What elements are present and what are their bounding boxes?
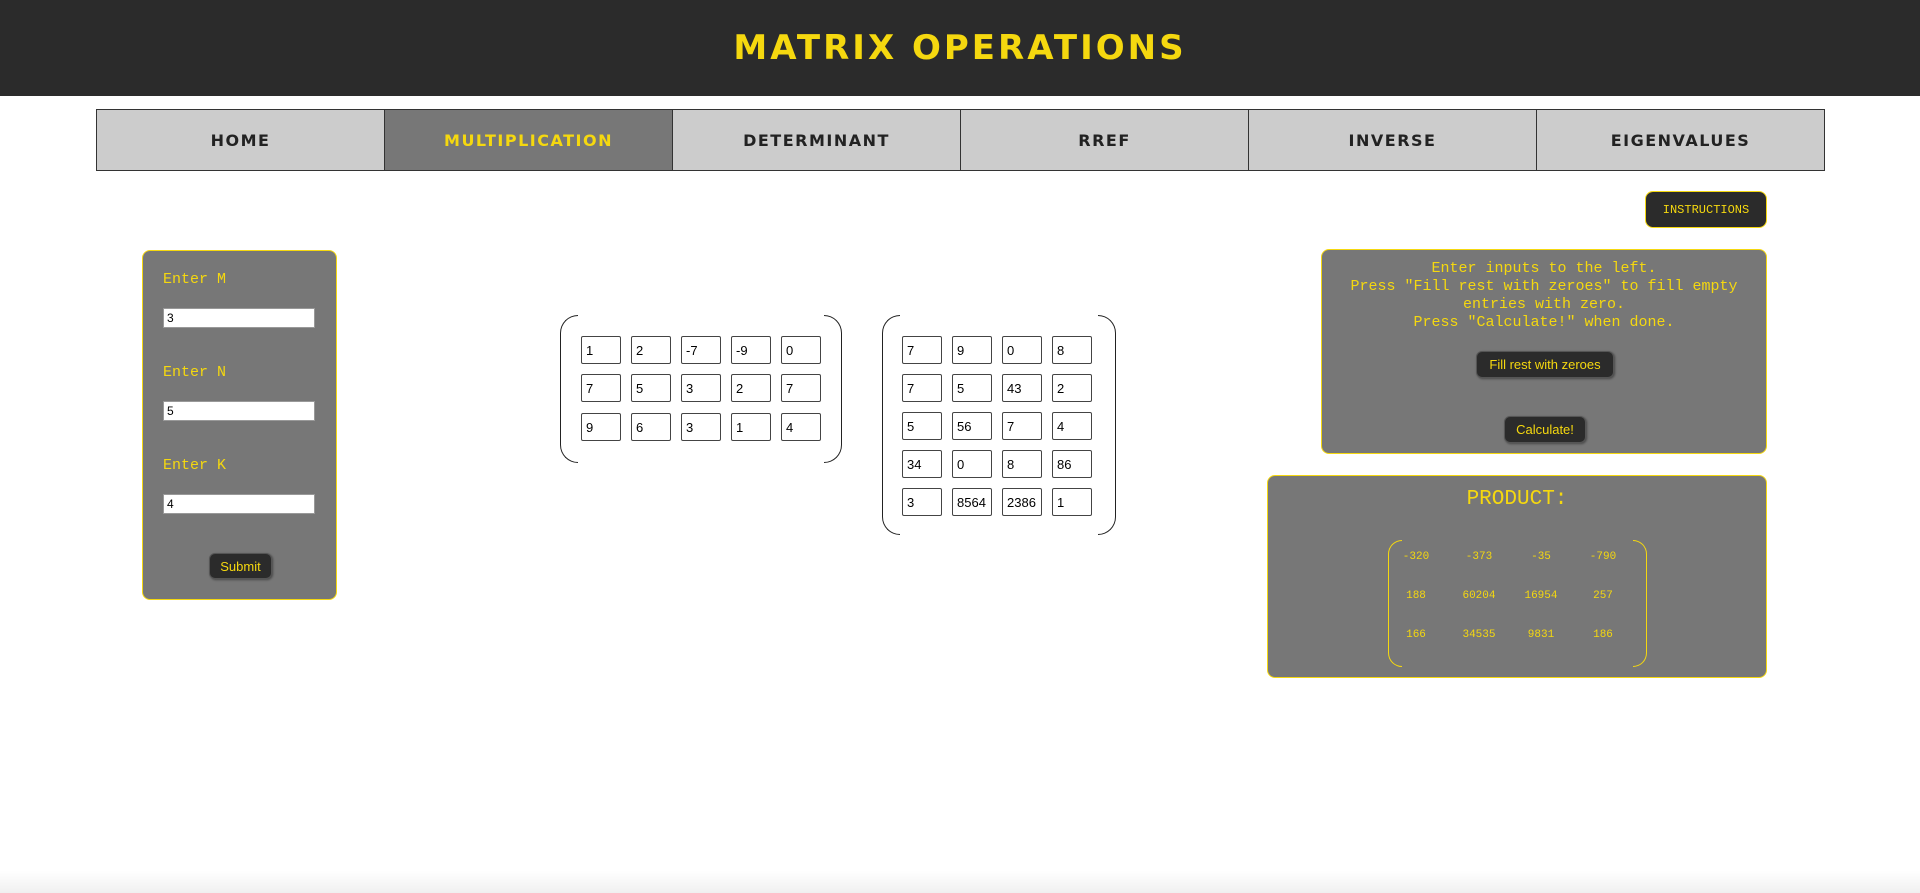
- product-cell: 34535: [1462, 629, 1496, 641]
- matrix-a-cell[interactable]: [681, 413, 721, 441]
- matrix-a-cell[interactable]: [581, 336, 621, 364]
- k-input[interactable]: [163, 494, 315, 514]
- matrix-b-cell[interactable]: [1002, 488, 1042, 516]
- matrix-b-cell[interactable]: [1002, 374, 1042, 402]
- nav-item-eigenvalues[interactable]: EIGENVALUES: [1537, 110, 1824, 170]
- fill-zeroes-button[interactable]: Fill rest with zeroes: [1476, 351, 1614, 378]
- matrix-a-left-bracket: [560, 315, 578, 463]
- nav-item-rref[interactable]: RREF: [961, 110, 1249, 170]
- matrix-a-cell[interactable]: [731, 336, 771, 364]
- submit-button[interactable]: Submit: [209, 553, 272, 579]
- m-input[interactable]: [163, 308, 315, 328]
- product-title: PRODUCT:: [1466, 488, 1568, 511]
- matrix-a-cell[interactable]: [781, 374, 821, 402]
- product-right-bracket: [1633, 540, 1647, 667]
- product-cell: 186: [1593, 629, 1613, 641]
- matrix-a-cell[interactable]: [781, 413, 821, 441]
- instructions-button[interactable]: INSTRUCTIONS: [1645, 191, 1767, 228]
- matrix-b-cell[interactable]: [952, 450, 992, 478]
- matrix-a-cell[interactable]: [631, 336, 671, 364]
- matrix-b-right-bracket: [1098, 315, 1116, 535]
- matrix-b-cell[interactable]: [902, 488, 942, 516]
- matrix-b-cell[interactable]: [902, 450, 942, 478]
- dimensions-panel: Enter M Enter N Enter K Submit: [142, 250, 337, 600]
- matrix-a-cell[interactable]: [681, 336, 721, 364]
- matrix-a: [560, 315, 842, 463]
- matrix-a-cell[interactable]: [731, 374, 771, 402]
- nav-item-determinant[interactable]: DETERMINANT: [673, 110, 961, 170]
- matrix-a-right-bracket: [824, 315, 842, 463]
- matrix-b-cell[interactable]: [1052, 412, 1092, 440]
- matrix-b-cell[interactable]: [1052, 374, 1092, 402]
- product-cell: 16954: [1524, 590, 1558, 602]
- matrix-b-cell[interactable]: [1002, 336, 1042, 364]
- info-line: entries with zero.: [1462, 296, 1626, 313]
- matrix-a-cell[interactable]: [581, 374, 621, 402]
- matrix-b-left-bracket: [882, 315, 900, 535]
- matrix-a-cell[interactable]: [731, 413, 771, 441]
- matrix-b-cell[interactable]: [952, 374, 992, 402]
- product-cell: 188: [1406, 590, 1426, 602]
- matrix-a-cell[interactable]: [681, 374, 721, 402]
- product-cell: -790: [1589, 551, 1617, 563]
- matrix-a-cell[interactable]: [781, 336, 821, 364]
- product-cell: -320: [1402, 551, 1430, 563]
- info-text: Enter inputs to the left. Press "Fill re…: [1322, 260, 1766, 332]
- n-label: Enter N: [163, 364, 227, 381]
- nav-item-inverse[interactable]: INVERSE: [1249, 110, 1537, 170]
- matrix-b-cell[interactable]: [902, 336, 942, 364]
- matrix-a-cell[interactable]: [581, 413, 621, 441]
- matrix-b-cell[interactable]: [1002, 412, 1042, 440]
- matrix-b-cell[interactable]: [1052, 336, 1092, 364]
- matrix-b-cell[interactable]: [952, 412, 992, 440]
- app-header: MATRIX OPERATIONS: [0, 0, 1920, 96]
- product-cell: 257: [1593, 590, 1613, 602]
- info-panel: Enter inputs to the left. Press "Fill re…: [1321, 249, 1767, 454]
- matrix-a-cell[interactable]: [631, 374, 671, 402]
- info-line: Press "Calculate!" when done.: [1413, 314, 1675, 331]
- product-cell: 9831: [1527, 629, 1555, 641]
- matrix-b-cell[interactable]: [1002, 450, 1042, 478]
- info-line: Press "Fill rest with zeroes" to fill em…: [1350, 278, 1738, 295]
- calculate-button[interactable]: Calculate!: [1504, 416, 1586, 443]
- matrix-b-cell[interactable]: [1052, 450, 1092, 478]
- matrix-b-cell[interactable]: [952, 488, 992, 516]
- product-cell: 60204: [1462, 590, 1496, 602]
- product-cell: -373: [1465, 551, 1493, 563]
- product-panel: PRODUCT: -320 -373 -35 -790 188 60204 16…: [1267, 475, 1767, 678]
- nav-item-multiplication[interactable]: MULTIPLICATION: [385, 110, 673, 170]
- m-label: Enter M: [163, 271, 227, 288]
- matrix-b-cell[interactable]: [902, 412, 942, 440]
- info-line: Enter inputs to the left.: [1431, 260, 1657, 277]
- matrix-b-cell[interactable]: [902, 374, 942, 402]
- page-title: MATRIX OPERATIONS: [733, 28, 1187, 68]
- page-bottom-shadow: [0, 870, 1920, 893]
- nav-bar: HOME MULTIPLICATION DETERMINANT RREF INV…: [96, 109, 1825, 171]
- matrix-b: [882, 315, 1116, 535]
- matrix-b-cell[interactable]: [952, 336, 992, 364]
- k-label: Enter K: [163, 457, 227, 474]
- matrix-b-cell[interactable]: [1052, 488, 1092, 516]
- product-cell: 166: [1406, 629, 1426, 641]
- product-cell: -35: [1531, 551, 1551, 563]
- nav-item-home[interactable]: HOME: [97, 110, 385, 170]
- matrix-a-cell[interactable]: [631, 413, 671, 441]
- n-input[interactable]: [163, 401, 315, 421]
